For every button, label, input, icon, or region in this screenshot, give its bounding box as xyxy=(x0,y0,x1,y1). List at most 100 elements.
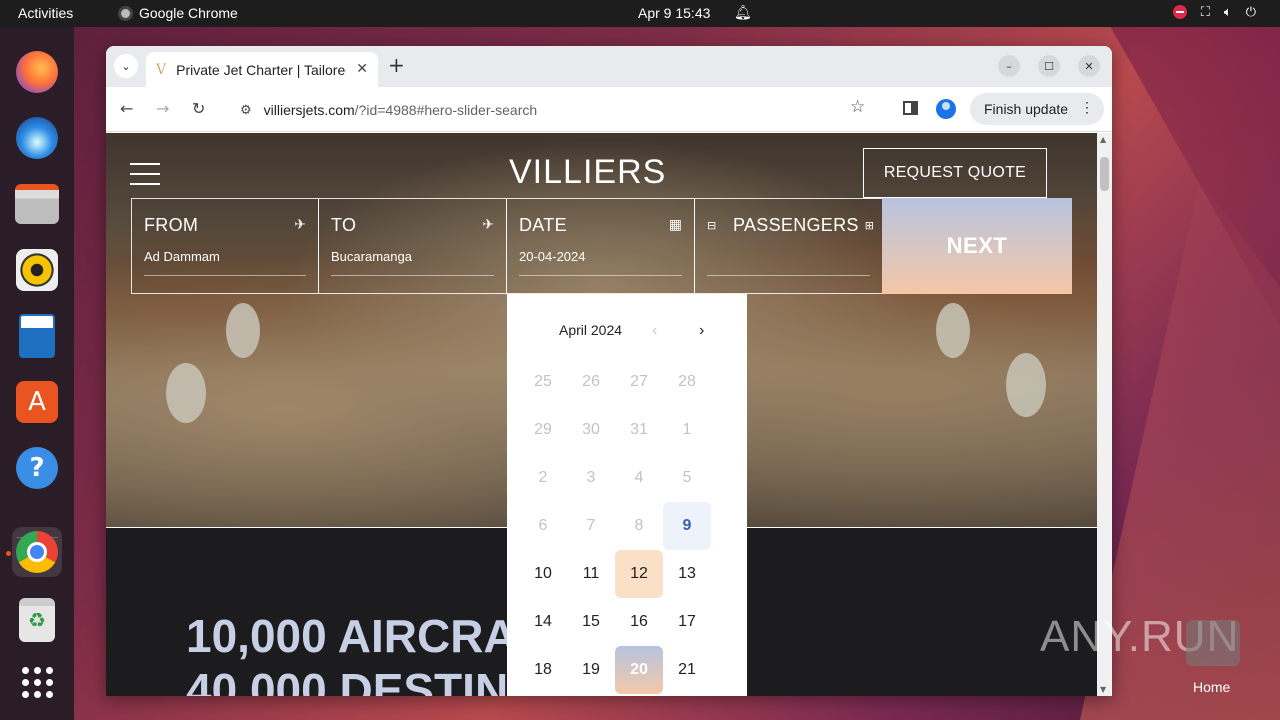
help-icon: ? xyxy=(16,447,58,489)
calendar-day: 26 xyxy=(582,373,600,390)
new-tab-button[interactable]: + xyxy=(388,54,405,76)
volume-icon: 🔈︎ xyxy=(1223,4,1232,19)
date-label: DATE xyxy=(519,215,567,235)
calendar-day[interactable]: 11 xyxy=(567,550,615,598)
next-month-button[interactable]: › xyxy=(699,322,704,340)
dock-firefox[interactable] xyxy=(12,47,62,97)
calendar-day[interactable]: 9 xyxy=(663,502,711,550)
clock[interactable]: Apr 9 15:43 xyxy=(638,5,710,21)
address-bar[interactable]: ⚙ villiersjets.com/?id=4988#hero-slider-… xyxy=(226,94,884,126)
profile-avatar[interactable] xyxy=(936,99,956,119)
request-quote-button[interactable]: REQUEST QUOTE xyxy=(863,148,1047,198)
browser-toolbar: ← → ↻ ⚙ villiersjets.com/?id=4988#hero-s… xyxy=(106,87,1112,132)
site-info-icon[interactable]: ⚙ xyxy=(240,102,252,118)
system-tray[interactable]: ⛶ 🔈︎ ⏻ xyxy=(1172,4,1256,20)
calendar-day: 8 xyxy=(634,517,644,534)
chrome-icon xyxy=(16,531,58,573)
dock: A ? ♻ xyxy=(0,27,74,720)
calendar-day[interactable]: 14 xyxy=(519,598,567,646)
scroll-up-icon[interactable]: ▲ xyxy=(1100,135,1106,144)
chevron-down-icon: ⌄ xyxy=(121,59,131,73)
writer-icon xyxy=(19,314,55,358)
calendar-day: 3 xyxy=(586,469,596,486)
passengers-label: PASSENGERS xyxy=(733,215,859,235)
calendar-day: 1 xyxy=(682,421,692,438)
finish-update-button[interactable]: Finish update ⋮ xyxy=(970,93,1104,125)
tab-search-button[interactable]: ⌄ xyxy=(114,54,138,78)
scrollbar-thumb[interactable] xyxy=(1100,157,1109,191)
dock-app-center[interactable]: A xyxy=(12,377,62,427)
field-underline xyxy=(144,275,306,276)
calendar-day: 5 xyxy=(682,469,692,486)
calendar-day: 29 xyxy=(534,421,552,438)
app-menu[interactable]: Google Chrome xyxy=(118,5,238,21)
dock-trash[interactable]: ♻ xyxy=(12,595,62,645)
dock-thunderbird[interactable] xyxy=(12,113,62,163)
finish-update-label: Finish update xyxy=(984,101,1069,117)
passengers-field[interactable]: ⊟ PASSENGERS ⊞ xyxy=(694,198,883,294)
calendar-day[interactable]: 20 xyxy=(615,646,663,694)
to-field[interactable]: TO ✈ Bucaramanga xyxy=(318,198,507,294)
calendar-day[interactable]: 12 xyxy=(615,550,663,598)
dock-writer[interactable] xyxy=(12,311,62,361)
dock-chrome[interactable] xyxy=(12,527,62,577)
calendar-day[interactable]: 19 xyxy=(567,646,615,694)
calendar-day[interactable]: 10 xyxy=(519,550,567,598)
field-underline xyxy=(707,275,870,276)
plus-icon[interactable]: ⊞ xyxy=(865,219,874,232)
dock-help[interactable]: ? xyxy=(12,443,62,493)
landing-icon: ✈ xyxy=(482,217,494,233)
close-icon: ✕ xyxy=(1084,59,1094,73)
calendar-day: 30 xyxy=(582,421,600,438)
url-path: /?id=4988#hero-slider-search xyxy=(354,102,538,118)
back-button[interactable]: ← xyxy=(120,99,133,118)
trash-icon: ♻ xyxy=(19,598,55,642)
maximize-button[interactable]: ☐ xyxy=(1038,55,1060,77)
from-field[interactable]: FROM ✈ Ad Dammam xyxy=(131,198,319,294)
tab-villiers[interactable]: V Private Jet Charter | Tailored ✕ xyxy=(146,52,378,87)
site-logo[interactable]: VILLIERS xyxy=(509,153,666,192)
calendar-header: April 2024 ‹ › xyxy=(507,322,747,344)
prev-month-button[interactable]: ‹ xyxy=(652,322,657,340)
calendar-icon: ▦ xyxy=(668,217,682,233)
firefox-icon xyxy=(16,51,58,93)
to-value: Bucaramanga xyxy=(331,249,412,264)
close-window-button[interactable]: ✕ xyxy=(1078,55,1100,77)
menu-hamburger-icon[interactable] xyxy=(130,163,160,185)
bookmark-star-icon[interactable]: ☆ xyxy=(850,97,865,117)
calendar-day[interactable]: 21 xyxy=(663,646,711,694)
calendar-day: 7 xyxy=(586,517,596,534)
activities-button[interactable]: Activities xyxy=(18,5,73,21)
system-top-bar: Activities Google Chrome Apr 9 15:43 🔔︎ … xyxy=(0,0,1280,27)
scroll-down-icon[interactable]: ▼ xyxy=(1100,685,1106,694)
calendar-day[interactable]: 13 xyxy=(663,550,711,598)
date-field[interactable]: DATE ▦ 20-04-2024 xyxy=(506,198,695,294)
app-center-icon: A xyxy=(16,381,58,423)
bell-icon: 🔔︎ xyxy=(734,4,752,20)
field-underline xyxy=(519,275,682,276)
network-icon: ⛶ xyxy=(1200,4,1210,19)
side-panel-icon[interactable] xyxy=(903,101,918,115)
dock-files[interactable] xyxy=(12,179,62,229)
calendar-day: 4 xyxy=(634,469,644,486)
minimize-button[interactable]: – xyxy=(998,55,1020,77)
calendar-day[interactable]: 17 xyxy=(663,598,711,646)
calendar-day[interactable]: 16 xyxy=(615,598,663,646)
show-apps-button[interactable] xyxy=(12,657,62,707)
calendar-day[interactable]: 18 xyxy=(519,646,567,694)
favicon-icon: V xyxy=(156,61,167,78)
calendar-day[interactable]: 15 xyxy=(567,598,615,646)
dock-rhythmbox[interactable] xyxy=(12,245,62,295)
chrome-window: ⌄ V Private Jet Charter | Tailored ✕ + –… xyxy=(106,46,1112,696)
next-button[interactable]: NEXT xyxy=(882,198,1072,294)
files-icon xyxy=(15,184,59,224)
reload-button[interactable]: ↻ xyxy=(192,99,205,118)
close-tab-icon[interactable]: ✕ xyxy=(356,60,368,77)
minus-icon[interactable]: ⊟ xyxy=(707,219,716,232)
maximize-icon: ☐ xyxy=(1044,59,1054,73)
forward-button[interactable]: → xyxy=(156,99,169,118)
home-folder-icon[interactable] xyxy=(1186,620,1240,666)
more-menu-icon[interactable]: ⋮ xyxy=(1080,99,1094,116)
takeoff-icon: ✈ xyxy=(294,217,306,233)
date-value: 20-04-2024 xyxy=(519,249,586,264)
